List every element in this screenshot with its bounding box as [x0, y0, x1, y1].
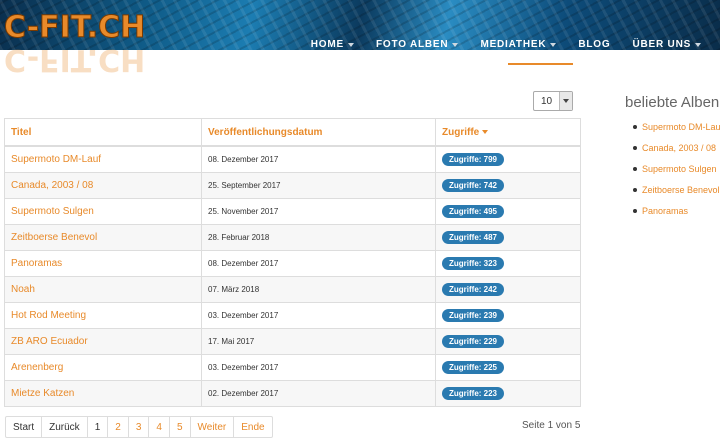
- caret-down-icon: [347, 42, 354, 47]
- sidebar-item[interactable]: Supermoto DM-Lauf: [633, 120, 720, 141]
- per-page-select[interactable]: 10: [533, 91, 573, 111]
- caret-down-icon: [695, 42, 702, 47]
- page-info: Seite 1 von 5: [522, 420, 581, 431]
- hits-badge: Zugriffe: 742: [442, 179, 505, 192]
- column-header-date[interactable]: Veröffentlichungsdatum: [201, 118, 436, 147]
- album-link[interactable]: Zeitboerse Benevol: [11, 232, 97, 243]
- column-header-title[interactable]: Titel: [4, 118, 202, 147]
- nav-label: HOME: [310, 39, 344, 50]
- publish-date: 03. Dezember 2017: [208, 363, 279, 372]
- publish-date: 25. September 2017: [208, 181, 281, 190]
- nav-item-ueber-uns[interactable]: ÜBER UNS: [632, 39, 702, 50]
- hits-badge: Zugriffe: 799: [442, 153, 505, 166]
- caret-down-icon: [550, 42, 557, 47]
- table-row: Arenenberg 03. Dezember 2017 Zugriffe: 225: [4, 354, 581, 381]
- pager-page-1[interactable]: 1: [86, 417, 108, 437]
- sidebar-item[interactable]: Supermoto Sulgen: [633, 162, 720, 183]
- hits-badge: Zugriffe: 239: [442, 309, 505, 322]
- nav-label: FOTO ALBEN: [375, 39, 449, 50]
- sidebar-title: beliebte Alben: [625, 94, 720, 111]
- pager-prev-button[interactable]: Zurück: [41, 417, 87, 437]
- album-link[interactable]: Hot Rod Meeting: [11, 310, 86, 321]
- album-table: Titel Veröffentlichungsdatum Zugriffe Su…: [4, 118, 581, 407]
- header-label: Veröffentlichungsdatum: [208, 126, 323, 138]
- nav-label: BLOG: [578, 39, 611, 50]
- album-link[interactable]: Noah: [11, 284, 35, 295]
- pager-page-4[interactable]: 4: [148, 417, 169, 437]
- album-link[interactable]: Arenenberg: [11, 362, 63, 373]
- pager-page-5[interactable]: 5: [168, 417, 190, 437]
- hits-badge: Zugriffe: 242: [442, 283, 505, 296]
- album-link[interactable]: Panoramas: [11, 258, 62, 269]
- main-nav: HOME FOTO ALBEN MEDIATHEK BLOG ÜBER UNS …: [289, 39, 720, 50]
- table-row: Zeitboerse Benevol 28. Februar 2018 Zugrif…: [4, 224, 581, 251]
- publish-date: 02. Dezember 2017: [208, 389, 279, 398]
- nav-item-foto-alben[interactable]: FOTO ALBEN: [375, 39, 459, 50]
- album-link[interactable]: ZB ARO Ecuador: [11, 336, 88, 347]
- hits-badge: Zugriffe: 495: [442, 205, 505, 218]
- album-link[interactable]: Canada, 2003 / 08: [11, 180, 93, 191]
- nav-label: MEDIATHEK: [480, 39, 547, 50]
- publish-date: 07. März 2018: [208, 285, 260, 294]
- album-link[interactable]: Supermoto DM-Lauf: [11, 154, 101, 165]
- column-header-hits[interactable]: Zugriffe: [435, 118, 581, 147]
- table-row: Supermoto Sulgen 25. November 2017 Zugriff…: [4, 198, 581, 225]
- table-row: Noah 07. März 2018 Zugriffe: 242: [4, 276, 581, 303]
- pager-page-3[interactable]: 3: [127, 417, 149, 437]
- logo-text: C-FIT.CH: [3, 10, 146, 46]
- table-row: Supermoto DM-Lauf 08. Dezember 2017 Zugrif…: [4, 145, 581, 173]
- caret-down-icon: [452, 42, 459, 47]
- pager-end-button[interactable]: Ende: [233, 417, 271, 437]
- table-row: ZB ARO Ecuador 17. Mai 2017 Zugriffe: 229: [4, 328, 581, 355]
- pager-next-button[interactable]: Weiter: [189, 417, 234, 437]
- album-link[interactable]: Mietze Katzen: [11, 388, 74, 399]
- hits-badge: Zugriffe: 229: [442, 335, 505, 348]
- hits-badge: Zugriffe: 225: [442, 361, 505, 374]
- nav-item-blog[interactable]: BLOG: [578, 39, 610, 50]
- pager-page-2[interactable]: 2: [107, 417, 128, 437]
- publish-date: 25. November 2017: [208, 207, 279, 216]
- table-row: Mietze Katzen 02. Dezember 2017 Zugriffe: …: [4, 380, 581, 407]
- nav-label: ÜBER UNS: [632, 39, 692, 50]
- nav-item-mediathek[interactable]: MEDIATHEK: [480, 39, 557, 50]
- nav-item-home[interactable]: HOME: [311, 39, 354, 50]
- popular-albums-list: Supermoto DM-Lauf Canada, 2003 / 08 Supe…: [633, 120, 720, 225]
- sort-desc-icon: [482, 129, 489, 134]
- publish-date: 28. Februar 2018: [208, 233, 270, 242]
- per-page-value: 10: [541, 96, 553, 107]
- sidebar-item[interactable]: Canada, 2003 / 08: [633, 141, 720, 162]
- table-row: Panoramas 08. Dezember 2017 Zugriffe: 323: [4, 250, 581, 277]
- hits-badge: Zugriffe: 223: [442, 387, 505, 400]
- table-row: Hot Rod Meeting 03. Dezember 2017 Zugriffe…: [4, 302, 581, 329]
- header-label: Titel: [11, 126, 32, 138]
- logo-reflection: C-FIT.CH: [4, 46, 146, 74]
- header-label: Zugriffe: [442, 126, 480, 138]
- hits-badge: Zugriffe: 487: [442, 231, 505, 244]
- table-row: Canada, 2003 / 08 25. September 2017 Zugri…: [4, 172, 581, 199]
- album-link[interactable]: Supermoto Sulgen: [11, 206, 94, 217]
- sidebar-item[interactable]: Panoramas: [633, 204, 720, 225]
- publish-date: 17. Mai 2017: [208, 337, 255, 346]
- publish-date: 08. Dezember 2017: [208, 259, 279, 268]
- pager-start-button[interactable]: Start: [6, 417, 41, 437]
- sidebar-item[interactable]: Zeitboerse Benevol: [633, 183, 720, 204]
- pagination: Start Zurück 1 2 3 4 5 Weiter Ende: [5, 416, 273, 438]
- publish-date: 03. Dezember 2017: [208, 311, 279, 320]
- publish-date: 08. Dezember 2017: [208, 155, 279, 164]
- site-logo[interactable]: C-FIT.CH C-FIT.CH: [3, 10, 149, 75]
- chevron-down-icon[interactable]: [559, 92, 572, 110]
- hits-badge: Zugriffe: 323: [442, 257, 505, 270]
- nav-active-indicator: [508, 63, 573, 65]
